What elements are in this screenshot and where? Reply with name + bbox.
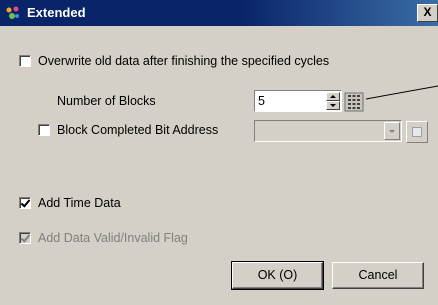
ok-button[interactable]: OK (O) [231, 261, 324, 290]
spin-up-button[interactable] [326, 92, 340, 101]
number-of-blocks-label: Number of Blocks [57, 94, 156, 108]
block-completed-option[interactable]: Block Completed Bit Address [38, 121, 218, 139]
add-time-data-checkbox[interactable] [19, 197, 31, 209]
dialog-title: Extended [27, 5, 86, 20]
spin-down-button[interactable] [326, 101, 340, 110]
block-completed-checkbox[interactable] [38, 124, 50, 136]
close-button[interactable]: X [417, 4, 438, 22]
add-time-data-option[interactable]: Add Time Data [19, 194, 121, 212]
block-completed-address-combo[interactable] [254, 120, 402, 142]
callout-pointer-line [365, 85, 438, 100]
title-bar[interactable]: Extended X [0, 0, 438, 26]
address-input-button[interactable] [406, 121, 428, 143]
number-of-blocks-input[interactable]: 5 [254, 90, 342, 112]
add-valid-flag-checkbox [19, 232, 31, 244]
address-input-icon [412, 127, 422, 137]
extended-settings-icon [6, 6, 19, 19]
block-completed-label: Block Completed Bit Address [57, 123, 219, 137]
add-time-data-label: Add Time Data [38, 196, 121, 210]
overwrite-option[interactable]: Overwrite old data after finishing the s… [19, 52, 329, 70]
cancel-button[interactable]: Cancel [332, 262, 424, 289]
overwrite-label: Overwrite old data after finishing the s… [38, 54, 330, 68]
overwrite-checkbox[interactable] [19, 55, 31, 67]
keypad-icon[interactable] [344, 92, 364, 112]
extended-dialog: Extended X Overwrite old data after fini… [0, 0, 438, 305]
combo-dropdown-button[interactable] [384, 122, 400, 140]
chevron-down-icon [389, 130, 395, 133]
spin-up-arrow-icon [330, 95, 336, 98]
number-of-blocks-value: 5 [258, 94, 265, 108]
add-valid-flag-option: Add Data Valid/Invalid Flag [19, 229, 188, 247]
add-valid-flag-label: Add Data Valid/Invalid Flag [38, 231, 188, 245]
spin-down-arrow-icon [330, 104, 336, 107]
